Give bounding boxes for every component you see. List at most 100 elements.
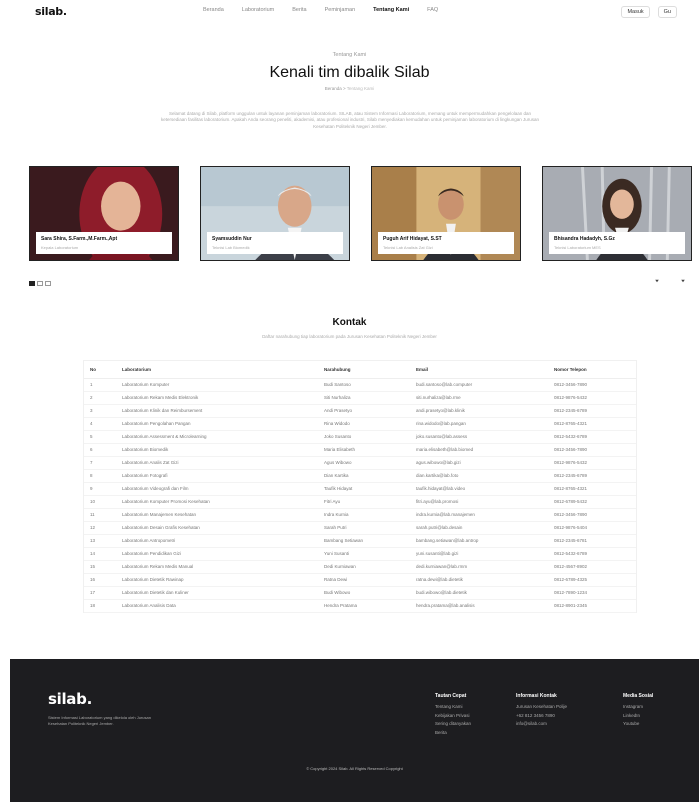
cell-narahubung: Bambang Setiawan <box>318 534 410 548</box>
footer-link[interactable]: Sering ditanyakan <box>435 721 471 726</box>
cell-no: 17 <box>84 586 116 600</box>
cell-phone: 0812-9876-5432 <box>548 456 636 470</box>
page-title: Kenali tim dibalik Silab <box>269 64 430 81</box>
carousel-dot[interactable] <box>37 281 43 286</box>
team-card[interactable]: Syamsuddin Nur Teknisi Lab Biomedik <box>200 166 350 261</box>
nav-link-faq[interactable]: FAQ <box>427 7 438 13</box>
cell-narahubung: Ratna Dewi <box>318 573 410 587</box>
cell-laboratorium: Laboratorium Klinik dan Reimbursement <box>116 404 318 418</box>
cell-no: 9 <box>84 482 116 496</box>
cell-narahubung: Rina Widodo <box>318 417 410 431</box>
footer-social-link[interactable]: Youtube <box>623 721 653 726</box>
footer-link[interactable]: Kebijakan Privasi <box>435 713 471 718</box>
cell-email[interactable]: maria.elisabeth@lab.biomed <box>410 443 548 457</box>
table-row: 11 Laboratorium Manajemen Kesehatan Indra … <box>84 508 636 522</box>
team-card[interactable]: Sara Shira, S.Farm.,M.Farm.,Apt Kepala L… <box>29 166 179 261</box>
cell-laboratorium: Laboratorium Pengolahan Pangan <box>116 417 318 431</box>
team-role: Teknisi Lab Biomedik <box>212 245 250 250</box>
carousel-next-button[interactable] <box>677 278 689 288</box>
footer-logo[interactable]: silab. <box>48 690 92 708</box>
table-row: 14 Laboratorium Pendidikan Gizi Yuni Susan… <box>84 547 636 561</box>
cell-laboratorium: Laboratorium Manajemen Kesehatan <box>116 508 318 522</box>
team-name: Bhisandra Hadadyh, S.Gz <box>554 236 615 242</box>
team-caption: Syamsuddin Nur Teknisi Lab Biomedik <box>207 232 343 254</box>
cell-phone: 0812-2345-6789 <box>548 469 636 483</box>
cell-phone: 0812-8765-4321 <box>548 417 636 431</box>
nav-link-peminjaman[interactable]: Peminjaman <box>325 7 356 13</box>
cell-email[interactable]: budi.wibowo@lab.dietetik <box>410 586 548 600</box>
cell-email[interactable]: hendra.pratama@lab.analisis <box>410 599 548 613</box>
cell-no: 1 <box>84 378 116 392</box>
breadcrumb-separator: > <box>342 86 346 91</box>
cell-narahubung: Sarah Putri <box>318 521 410 535</box>
cell-narahubung: Hendra Pratama <box>318 599 410 613</box>
cell-phone: 0812-5432-6789 <box>548 547 636 561</box>
nav-link-berita[interactable]: Berita <box>292 7 306 13</box>
team-card[interactable]: Puguh Arif Hidayat, S.ST Teknisi Lab Ana… <box>371 166 521 261</box>
footer-contact-item: Jurusan Kesehatan Polije <box>516 704 568 709</box>
table-row: 1 Laboratorium Komputer Budi Santoso budi.s… <box>84 378 636 392</box>
cell-email[interactable]: sarah.putri@lab.desain <box>410 521 548 535</box>
nav-actions: Masuk Gu <box>621 6 677 18</box>
table-row: 6 Laboratorium Biomedik Maria Elisabeth mar… <box>84 443 636 457</box>
carousel-dot[interactable] <box>45 281 51 286</box>
cell-laboratorium: Laboratorium Dietetik Rawinap <box>116 573 318 587</box>
cell-laboratorium: Laboratorium Antropometri <box>116 534 318 548</box>
table-row: 18 Laboratorium Analisis Data Hendra Prata… <box>84 599 636 613</box>
footer-link[interactable]: Berita <box>435 730 471 735</box>
brand-logo[interactable]: silab. <box>35 5 67 18</box>
cell-no: 11 <box>84 508 116 522</box>
header-phone: Nomor Telepon <box>548 361 636 379</box>
breadcrumb: Beranda > Tentang Kami <box>0 86 699 91</box>
cell-no: 5 <box>84 430 116 444</box>
cell-email[interactable]: dian.kartika@lab.foto <box>410 469 548 483</box>
cell-narahubung: Budi Wibowo <box>318 586 410 600</box>
team-card[interactable]: Bhisandra Hadadyh, S.Gz Teknisi Laborato… <box>542 166 692 261</box>
cell-no: 14 <box>84 547 116 561</box>
nav-link-tentang-kami[interactable]: Tentang Kami <box>373 7 409 13</box>
cell-email[interactable]: rina.widodo@lab.pangan <box>410 417 548 431</box>
cell-email[interactable]: budi.santoso@lab.computer <box>410 378 548 392</box>
table-row: 12 Laboratorium Desain Grafis Kesehatan Sa… <box>84 521 636 535</box>
footer-social-link[interactable]: Instagram <box>623 704 653 709</box>
breadcrumb-current: Tentang Kami <box>346 86 375 91</box>
cell-email[interactable]: fitri.ayu@lab.promosi <box>410 495 548 509</box>
login-button[interactable]: Masuk <box>621 6 650 18</box>
footer-col-title: Tautan Cepat <box>435 693 467 699</box>
table-row: 15 Laboratorium Rekam Medis Manual Dedi Ku… <box>84 560 636 574</box>
carousel-dot[interactable] <box>29 281 35 286</box>
footer-contact-item[interactable]: info@silab.com <box>516 721 567 726</box>
cell-email[interactable]: agus.wibowo@lab.gizi <box>410 456 548 470</box>
nav-link-laboratorium[interactable]: Laboratorium <box>242 7 274 13</box>
team-role: Teknisi Laboratorium MES <box>554 245 601 250</box>
nav-link-beranda[interactable]: Beranda <box>203 7 224 13</box>
cell-email[interactable]: yuni.susanti@lab.gizi <box>410 547 548 561</box>
cell-email[interactable]: taufik.hidayat@lab.video <box>410 482 548 496</box>
cell-email[interactable]: siti.nurhaliza@lab.rme <box>410 391 548 405</box>
cell-narahubung: Andi Prasetyo <box>318 404 410 418</box>
footer-link[interactable]: Tentang Kami <box>435 704 471 709</box>
cell-no: 8 <box>84 469 116 483</box>
cell-email[interactable]: indra.kurnia@lab.manajemen <box>410 508 548 522</box>
contact-subtitle: Daftar narahubung tiap laboratorium pada… <box>262 334 437 339</box>
team-role: Teknisi Lab Analisis Zat Gizi <box>383 245 433 250</box>
footer-social-link[interactable]: LinkedIn <box>623 713 653 718</box>
breadcrumb-home[interactable]: Beranda <box>325 86 342 91</box>
cell-email[interactable]: bambang.setiawan@lab.antrop <box>410 534 548 548</box>
cell-laboratorium: Laboratorium Fotografi <box>116 469 318 483</box>
cell-email[interactable]: andi.prasetyo@lab.klinik <box>410 404 548 418</box>
cell-narahubung: Budi Santoso <box>318 378 410 392</box>
cell-email[interactable]: dedi.kurniawan@lab.rmm <box>410 560 548 574</box>
cell-phone: 0812-6789-5432 <box>548 495 636 509</box>
contact-table: No Laboratorium Narahubung Email Nomor T… <box>84 361 636 613</box>
language-button[interactable]: Gu <box>657 6 677 18</box>
cell-email[interactable]: ratna.dewi@lab.dietetik <box>410 573 548 587</box>
cell-laboratorium: Laboratorium Videografi dan Film <box>116 482 318 496</box>
footer-copyright: © Copyright 2024 Silab. All Rights Reser… <box>306 766 403 771</box>
cell-email[interactable]: joko.susanto@lab.assess <box>410 430 548 444</box>
page-eyebrow: Tentang Kami <box>332 52 367 58</box>
team-carousel: Sara Shira, S.Farm.,M.Farm.,Apt Kepala L… <box>29 166 699 261</box>
top-navbar: silab. Beranda Laboratorium Berita Pemin… <box>0 0 699 24</box>
cell-no: 3 <box>84 404 116 418</box>
carousel-prev-button[interactable] <box>651 278 663 288</box>
